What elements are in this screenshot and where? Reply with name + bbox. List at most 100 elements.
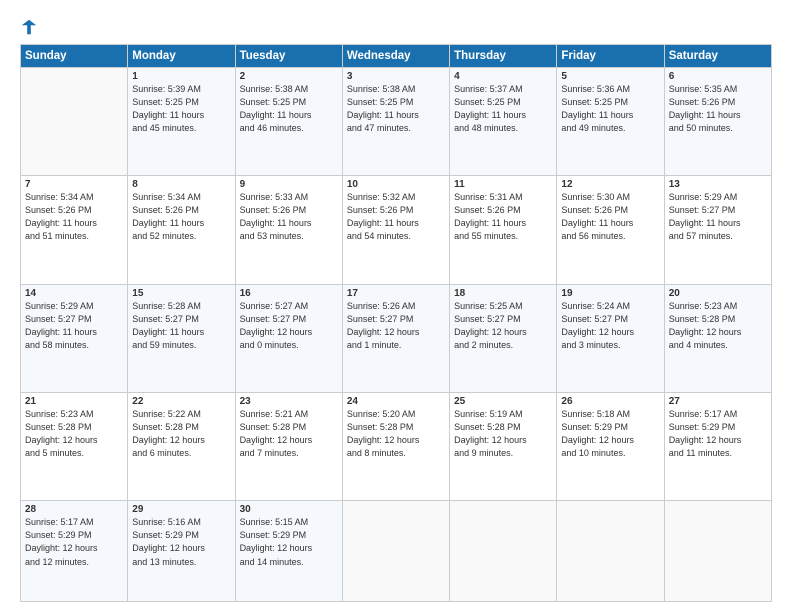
day-info: Sunrise: 5:21 AM Sunset: 5:28 PM Dayligh… — [240, 408, 338, 460]
calendar-header: SundayMondayTuesdayWednesdayThursdayFrid… — [21, 45, 772, 68]
day-info: Sunrise: 5:38 AM Sunset: 5:25 PM Dayligh… — [347, 83, 445, 135]
logo-text — [20, 18, 39, 36]
day-number: 18 — [454, 288, 552, 299]
day-info: Sunrise: 5:29 AM Sunset: 5:27 PM Dayligh… — [669, 191, 767, 243]
calendar-cell: 26Sunrise: 5:18 AM Sunset: 5:29 PM Dayli… — [557, 393, 664, 501]
weekday-header-saturday: Saturday — [664, 45, 771, 68]
calendar-week-5: 28Sunrise: 5:17 AM Sunset: 5:29 PM Dayli… — [21, 501, 772, 602]
day-number: 11 — [454, 179, 552, 190]
calendar-cell: 4Sunrise: 5:37 AM Sunset: 5:25 PM Daylig… — [450, 68, 557, 176]
day-number: 3 — [347, 71, 445, 82]
day-number: 28 — [25, 504, 123, 515]
day-info: Sunrise: 5:18 AM Sunset: 5:29 PM Dayligh… — [561, 408, 659, 460]
calendar-cell — [664, 501, 771, 602]
calendar-cell: 21Sunrise: 5:23 AM Sunset: 5:28 PM Dayli… — [21, 393, 128, 501]
calendar-cell: 25Sunrise: 5:19 AM Sunset: 5:28 PM Dayli… — [450, 393, 557, 501]
day-info: Sunrise: 5:34 AM Sunset: 5:26 PM Dayligh… — [25, 191, 123, 243]
day-info: Sunrise: 5:16 AM Sunset: 5:29 PM Dayligh… — [132, 516, 230, 568]
calendar-cell: 27Sunrise: 5:17 AM Sunset: 5:29 PM Dayli… — [664, 393, 771, 501]
day-info: Sunrise: 5:17 AM Sunset: 5:29 PM Dayligh… — [25, 516, 123, 568]
calendar-cell: 1Sunrise: 5:39 AM Sunset: 5:25 PM Daylig… — [128, 68, 235, 176]
day-number: 10 — [347, 179, 445, 190]
day-number: 27 — [669, 396, 767, 407]
day-info: Sunrise: 5:37 AM Sunset: 5:25 PM Dayligh… — [454, 83, 552, 135]
day-number: 1 — [132, 71, 230, 82]
day-number: 13 — [669, 179, 767, 190]
calendar-cell: 22Sunrise: 5:22 AM Sunset: 5:28 PM Dayli… — [128, 393, 235, 501]
day-info: Sunrise: 5:33 AM Sunset: 5:26 PM Dayligh… — [240, 191, 338, 243]
calendar-cell: 6Sunrise: 5:35 AM Sunset: 5:26 PM Daylig… — [664, 68, 771, 176]
day-number: 16 — [240, 288, 338, 299]
weekday-header-monday: Monday — [128, 45, 235, 68]
day-number: 23 — [240, 396, 338, 407]
day-info: Sunrise: 5:38 AM Sunset: 5:25 PM Dayligh… — [240, 83, 338, 135]
day-number: 8 — [132, 179, 230, 190]
calendar-cell: 30Sunrise: 5:15 AM Sunset: 5:29 PM Dayli… — [235, 501, 342, 602]
day-info: Sunrise: 5:23 AM Sunset: 5:28 PM Dayligh… — [669, 300, 767, 352]
calendar-week-3: 14Sunrise: 5:29 AM Sunset: 5:27 PM Dayli… — [21, 284, 772, 392]
day-number: 25 — [454, 396, 552, 407]
calendar-table: SundayMondayTuesdayWednesdayThursdayFrid… — [20, 44, 772, 602]
day-number: 14 — [25, 288, 123, 299]
calendar-cell — [557, 501, 664, 602]
day-info: Sunrise: 5:24 AM Sunset: 5:27 PM Dayligh… — [561, 300, 659, 352]
day-info: Sunrise: 5:34 AM Sunset: 5:26 PM Dayligh… — [132, 191, 230, 243]
day-number: 7 — [25, 179, 123, 190]
calendar-cell: 3Sunrise: 5:38 AM Sunset: 5:25 PM Daylig… — [342, 68, 449, 176]
day-number: 26 — [561, 396, 659, 407]
day-info: Sunrise: 5:36 AM Sunset: 5:25 PM Dayligh… — [561, 83, 659, 135]
calendar-cell: 2Sunrise: 5:38 AM Sunset: 5:25 PM Daylig… — [235, 68, 342, 176]
calendar-cell: 29Sunrise: 5:16 AM Sunset: 5:29 PM Dayli… — [128, 501, 235, 602]
calendar-cell: 11Sunrise: 5:31 AM Sunset: 5:26 PM Dayli… — [450, 176, 557, 284]
calendar-week-1: 1Sunrise: 5:39 AM Sunset: 5:25 PM Daylig… — [21, 68, 772, 176]
day-number: 22 — [132, 396, 230, 407]
day-info: Sunrise: 5:22 AM Sunset: 5:28 PM Dayligh… — [132, 408, 230, 460]
calendar-cell: 20Sunrise: 5:23 AM Sunset: 5:28 PM Dayli… — [664, 284, 771, 392]
day-number: 4 — [454, 71, 552, 82]
day-number: 5 — [561, 71, 659, 82]
calendar-week-4: 21Sunrise: 5:23 AM Sunset: 5:28 PM Dayli… — [21, 393, 772, 501]
calendar-cell: 18Sunrise: 5:25 AM Sunset: 5:27 PM Dayli… — [450, 284, 557, 392]
day-info: Sunrise: 5:19 AM Sunset: 5:28 PM Dayligh… — [454, 408, 552, 460]
day-number: 2 — [240, 71, 338, 82]
day-number: 9 — [240, 179, 338, 190]
calendar-cell: 28Sunrise: 5:17 AM Sunset: 5:29 PM Dayli… — [21, 501, 128, 602]
calendar-cell: 23Sunrise: 5:21 AM Sunset: 5:28 PM Dayli… — [235, 393, 342, 501]
day-info: Sunrise: 5:30 AM Sunset: 5:26 PM Dayligh… — [561, 191, 659, 243]
calendar-body: 1Sunrise: 5:39 AM Sunset: 5:25 PM Daylig… — [21, 68, 772, 602]
calendar-cell: 15Sunrise: 5:28 AM Sunset: 5:27 PM Dayli… — [128, 284, 235, 392]
calendar-cell: 14Sunrise: 5:29 AM Sunset: 5:27 PM Dayli… — [21, 284, 128, 392]
day-info: Sunrise: 5:32 AM Sunset: 5:26 PM Dayligh… — [347, 191, 445, 243]
page: SundayMondayTuesdayWednesdayThursdayFrid… — [0, 0, 792, 612]
day-number: 12 — [561, 179, 659, 190]
day-info: Sunrise: 5:25 AM Sunset: 5:27 PM Dayligh… — [454, 300, 552, 352]
calendar-cell: 24Sunrise: 5:20 AM Sunset: 5:28 PM Dayli… — [342, 393, 449, 501]
calendar-cell: 10Sunrise: 5:32 AM Sunset: 5:26 PM Dayli… — [342, 176, 449, 284]
weekday-header-thursday: Thursday — [450, 45, 557, 68]
calendar-cell — [450, 501, 557, 602]
weekday-header-wednesday: Wednesday — [342, 45, 449, 68]
header — [20, 18, 772, 36]
day-info: Sunrise: 5:23 AM Sunset: 5:28 PM Dayligh… — [25, 408, 123, 460]
logo-icon — [20, 18, 38, 36]
day-number: 24 — [347, 396, 445, 407]
day-number: 21 — [25, 396, 123, 407]
day-info: Sunrise: 5:27 AM Sunset: 5:27 PM Dayligh… — [240, 300, 338, 352]
day-info: Sunrise: 5:17 AM Sunset: 5:29 PM Dayligh… — [669, 408, 767, 460]
calendar-cell: 13Sunrise: 5:29 AM Sunset: 5:27 PM Dayli… — [664, 176, 771, 284]
weekday-header-row: SundayMondayTuesdayWednesdayThursdayFrid… — [21, 45, 772, 68]
day-number: 6 — [669, 71, 767, 82]
day-number: 19 — [561, 288, 659, 299]
calendar-cell — [342, 501, 449, 602]
weekday-header-sunday: Sunday — [21, 45, 128, 68]
logo — [20, 18, 39, 36]
day-number: 17 — [347, 288, 445, 299]
day-number: 15 — [132, 288, 230, 299]
day-number: 30 — [240, 504, 338, 515]
calendar-week-2: 7Sunrise: 5:34 AM Sunset: 5:26 PM Daylig… — [21, 176, 772, 284]
day-info: Sunrise: 5:31 AM Sunset: 5:26 PM Dayligh… — [454, 191, 552, 243]
day-info: Sunrise: 5:35 AM Sunset: 5:26 PM Dayligh… — [669, 83, 767, 135]
day-info: Sunrise: 5:29 AM Sunset: 5:27 PM Dayligh… — [25, 300, 123, 352]
day-info: Sunrise: 5:15 AM Sunset: 5:29 PM Dayligh… — [240, 516, 338, 568]
day-number: 29 — [132, 504, 230, 515]
